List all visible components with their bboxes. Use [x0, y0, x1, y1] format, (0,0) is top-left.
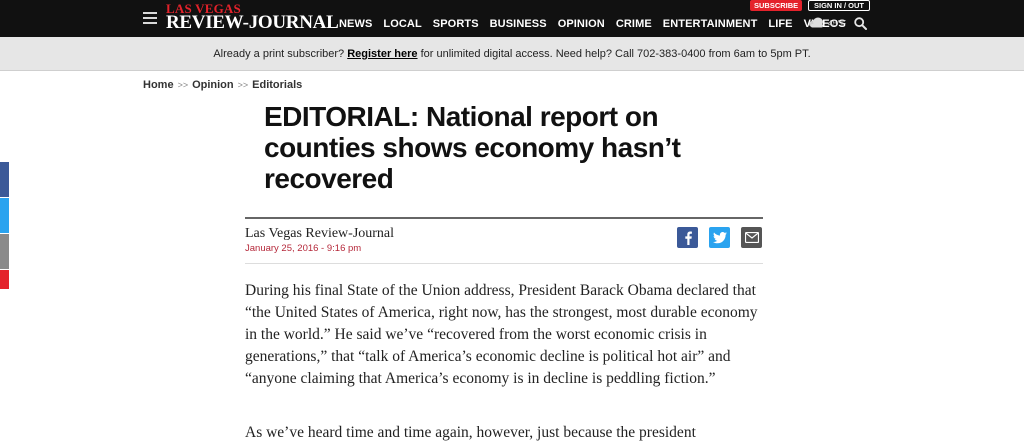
twitter-icon — [712, 231, 727, 243]
breadcrumb-opinion[interactable]: Opinion — [192, 79, 234, 91]
nav-news[interactable]: NEWS — [339, 18, 372, 30]
subscriber-lead: Already a print subscriber? — [213, 48, 345, 60]
email-share-button[interactable] — [741, 227, 762, 248]
breadcrumb: Home >> Opinion >> Editorials — [143, 79, 302, 91]
byline-bottom-divider — [245, 263, 763, 264]
twitter-share-button[interactable] — [709, 227, 730, 248]
facebook-share-button[interactable] — [677, 227, 698, 248]
facebook-icon — [684, 231, 692, 245]
menu-icon[interactable] — [143, 12, 157, 24]
menu-icon-line — [143, 22, 157, 24]
subscriber-bar: Already a print subscriber? Register her… — [0, 37, 1024, 71]
register-link[interactable]: Register here — [347, 48, 417, 60]
byline-divider — [245, 217, 763, 219]
top-nav-bar: LAS VEGAS REVIEW-JOURNAL NEWS LOCAL SPOR… — [0, 0, 1024, 37]
article-author[interactable]: Las Vegas Review-Journal — [245, 226, 394, 242]
subscribe-button[interactable]: SUBSCRIBE — [750, 0, 803, 11]
sign-in-out-button[interactable]: SIGN IN / OUT — [808, 0, 871, 11]
nav-entertainment[interactable]: ENTERTAINMENT — [663, 18, 758, 30]
nav-business[interactable]: BUSINESS — [490, 18, 547, 30]
logo-bottom-text: REVIEW-JOURNAL — [166, 12, 339, 33]
nav-crime[interactable]: CRIME — [616, 18, 652, 30]
search-icon[interactable] — [854, 17, 867, 30]
nav-life[interactable]: LIFE — [768, 18, 792, 30]
subscriber-tail: for unlimited digital access. Need help?… — [420, 48, 811, 60]
nav-sports[interactable]: SPORTS — [433, 18, 479, 30]
breadcrumb-editorials[interactable]: Editorials — [252, 79, 302, 91]
main-nav: NEWS LOCAL SPORTS BUSINESS OPINION CRIME… — [339, 18, 857, 30]
breadcrumb-separator: >> — [237, 80, 249, 90]
rail-facebook-share[interactable] — [0, 162, 9, 197]
menu-icon-line — [143, 12, 157, 14]
article-date: January 25, 2016 - 9:16 pm — [245, 243, 362, 254]
email-icon — [744, 232, 759, 243]
breadcrumb-home[interactable]: Home — [143, 79, 174, 91]
site-logo[interactable]: LAS VEGAS REVIEW-JOURNAL — [166, 2, 339, 33]
breadcrumb-separator: >> — [177, 80, 189, 90]
temperature: 45°F — [828, 17, 847, 28]
article-title: EDITORIAL: National report on counties s… — [264, 101, 681, 194]
menu-icon-line — [143, 17, 157, 19]
rail-more-share[interactable] — [0, 234, 9, 269]
nav-opinion[interactable]: OPINION — [558, 18, 605, 30]
rail-twitter-share[interactable] — [0, 198, 9, 233]
cloud-icon — [809, 17, 823, 28]
article-paragraph: As we’ve heard time and time again, howe… — [245, 424, 696, 441]
nav-local[interactable]: LOCAL — [383, 18, 421, 30]
article-paragraph: During his final State of the Union addr… — [245, 282, 758, 387]
rail-share-count[interactable] — [0, 270, 9, 289]
weather-widget[interactable]: 45°F — [808, 17, 846, 28]
